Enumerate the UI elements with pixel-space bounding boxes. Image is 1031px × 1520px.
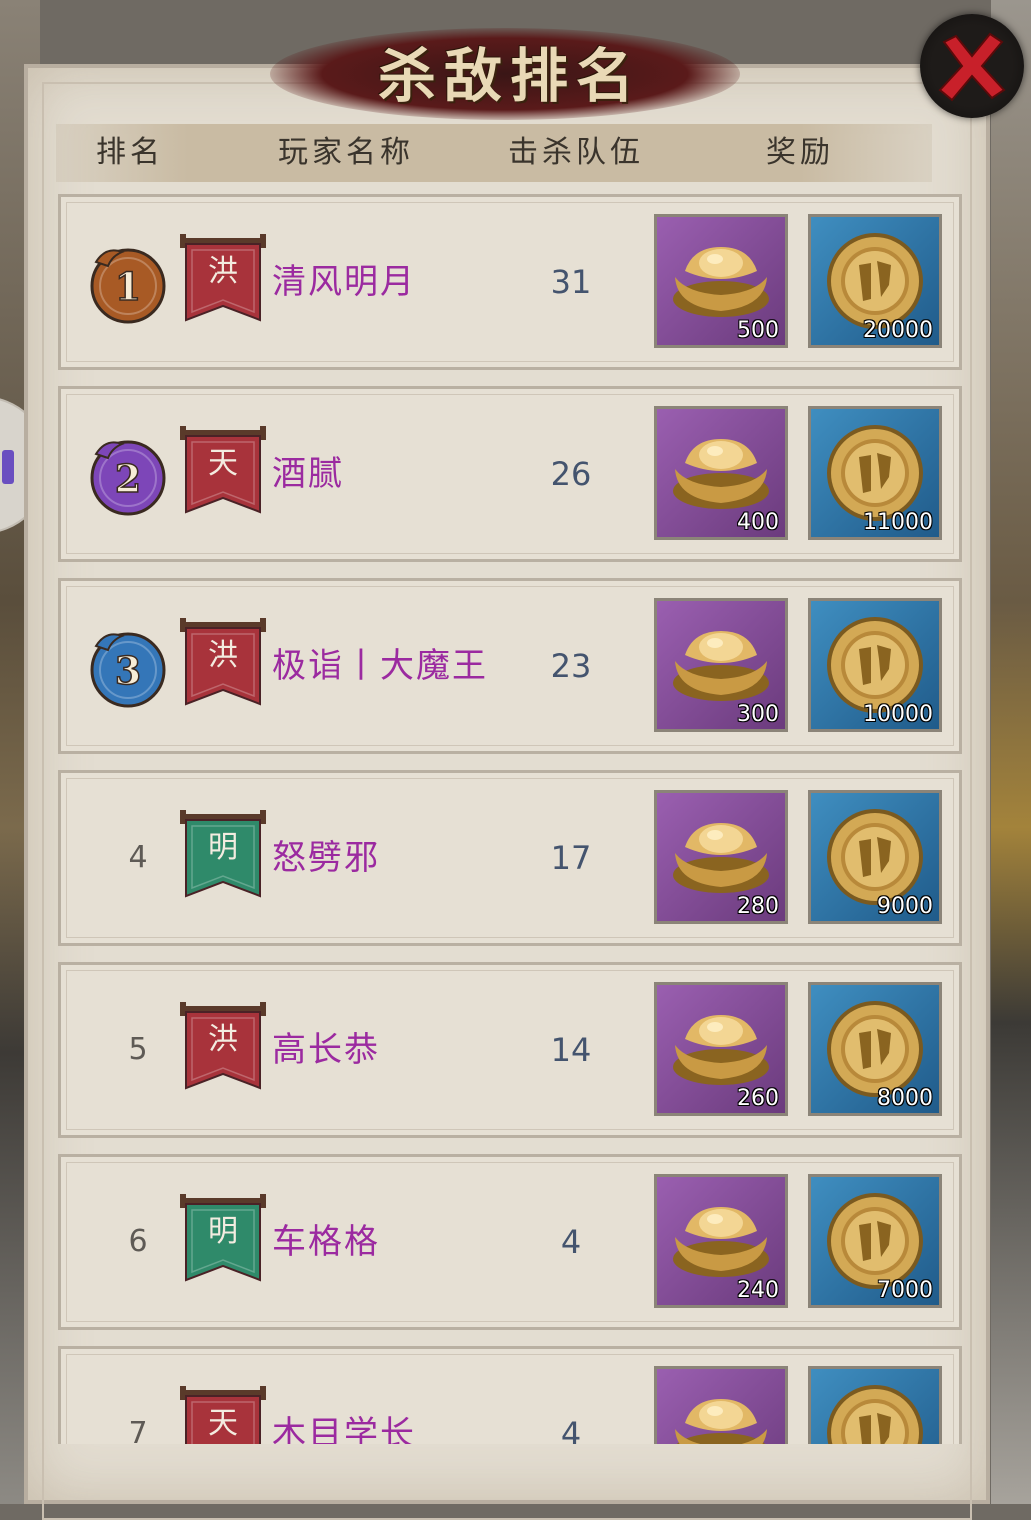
player-name[interactable]: 木目学长 xyxy=(272,1346,416,1444)
reward-ingot-slot[interactable]: 260 xyxy=(654,982,788,1116)
player-name[interactable]: 酒腻 xyxy=(272,386,344,562)
reward-coin-slot[interactable] xyxy=(808,1366,942,1444)
reward-coin-quantity: 9000 xyxy=(877,894,933,919)
rank-number: 5 xyxy=(128,1032,148,1067)
header-rank: 排名 xyxy=(96,135,164,170)
reward-coin-slot[interactable]: 20000 xyxy=(808,214,942,348)
rank-medal-icon: 2 xyxy=(90,440,166,516)
reward-ingot-slot[interactable]: 300 xyxy=(654,598,788,732)
ranking-list[interactable]: 1 洪 清风明月 31 500 20000 2 天 酒腻 26 400 1100… xyxy=(56,194,968,1444)
faction-label: 洪 xyxy=(208,1022,238,1057)
player-name[interactable]: 清风明月 xyxy=(272,194,416,370)
rank-number: 7 xyxy=(128,1416,148,1444)
header-kill-teams: 击杀队伍 xyxy=(508,135,644,170)
reward-coin-slot[interactable]: 11000 xyxy=(808,406,942,540)
reward-coin-quantity: 8000 xyxy=(877,1086,933,1111)
table-row[interactable]: 5 洪 高长恭 14 260 8000 xyxy=(56,962,968,1140)
reward-ingot-quantity: 500 xyxy=(737,318,779,343)
kill-count: 23 xyxy=(550,647,592,685)
kill-count: 14 xyxy=(550,1031,592,1069)
kill-count: 26 xyxy=(550,455,592,493)
rank-medal-icon: 3 xyxy=(90,632,166,708)
svg-text:2: 2 xyxy=(115,456,141,501)
reward-coin-slot[interactable]: 9000 xyxy=(808,790,942,924)
faction-label: 天 xyxy=(208,446,238,481)
kill-count: 31 xyxy=(550,263,592,301)
table-row[interactable]: 4 明 怒劈邪 17 280 9000 xyxy=(56,770,968,948)
rank-number: 4 xyxy=(128,840,148,875)
close-x-icon xyxy=(938,32,1006,102)
table-row[interactable]: 6 明 车格格 4 240 7000 xyxy=(56,1154,968,1332)
table-row[interactable]: 7 天 木目学长 4 xyxy=(56,1346,968,1444)
page-title: 杀敌排名 xyxy=(377,42,642,110)
faction-label: 天 xyxy=(208,1406,238,1441)
header-player-name: 玩家名称 xyxy=(278,135,414,170)
kill-count: 17 xyxy=(550,839,592,877)
table-row[interactable]: 3 洪 极诣丨大魔王 23 300 10000 xyxy=(56,578,968,756)
background-right xyxy=(991,0,1031,1504)
reward-coin-slot[interactable]: 10000 xyxy=(808,598,942,732)
player-name[interactable]: 怒劈邪 xyxy=(272,770,380,946)
close-button[interactable] xyxy=(920,14,1024,118)
reward-ingot-slot[interactable]: 240 xyxy=(654,1174,788,1308)
reward-ingot-slot[interactable]: 280 xyxy=(654,790,788,924)
reward-coin-slot[interactable]: 8000 xyxy=(808,982,942,1116)
reward-coin-quantity: 11000 xyxy=(863,510,933,535)
rank-number: 6 xyxy=(128,1224,148,1259)
kill-count: 4 xyxy=(560,1223,582,1261)
faction-label: 洪 xyxy=(208,254,238,289)
player-name[interactable]: 车格格 xyxy=(272,1154,380,1330)
gold-ingot-icon xyxy=(675,1399,767,1444)
reward-ingot-quantity: 240 xyxy=(737,1278,779,1303)
player-name[interactable]: 高长恭 xyxy=(272,962,380,1138)
reward-ingot-quantity: 300 xyxy=(737,702,779,727)
rank-medal-icon: 1 xyxy=(90,248,166,324)
side-tab-icon xyxy=(2,450,14,484)
reward-coin-quantity: 7000 xyxy=(877,1278,933,1303)
faction-label: 明 xyxy=(208,1214,238,1249)
reward-coin-quantity: 10000 xyxy=(863,702,933,727)
gold-coin-icon xyxy=(827,1385,923,1444)
reward-ingot-slot[interactable] xyxy=(654,1366,788,1444)
table-row[interactable]: 2 天 酒腻 26 400 11000 xyxy=(56,386,968,564)
player-name[interactable]: 极诣丨大魔王 xyxy=(272,578,488,754)
reward-coin-quantity: 20000 xyxy=(863,318,933,343)
reward-ingot-quantity: 260 xyxy=(737,1086,779,1111)
reward-coin-slot[interactable]: 7000 xyxy=(808,1174,942,1308)
svg-text:3: 3 xyxy=(115,648,141,693)
faction-label: 洪 xyxy=(208,638,238,673)
header-reward: 奖励 xyxy=(766,135,834,170)
kill-count: 4 xyxy=(560,1415,582,1444)
reward-ingot-quantity: 400 xyxy=(737,510,779,535)
reward-ingot-quantity: 280 xyxy=(737,894,779,919)
column-header-bar: 排名 玩家名称 击杀队伍 奖励 xyxy=(56,124,932,182)
reward-ingot-slot[interactable]: 400 xyxy=(654,406,788,540)
reward-ingot-slot[interactable]: 500 xyxy=(654,214,788,348)
faction-label: 明 xyxy=(208,830,238,865)
svg-text:1: 1 xyxy=(115,264,141,309)
table-row[interactable]: 1 洪 清风明月 31 500 20000 xyxy=(56,194,968,372)
